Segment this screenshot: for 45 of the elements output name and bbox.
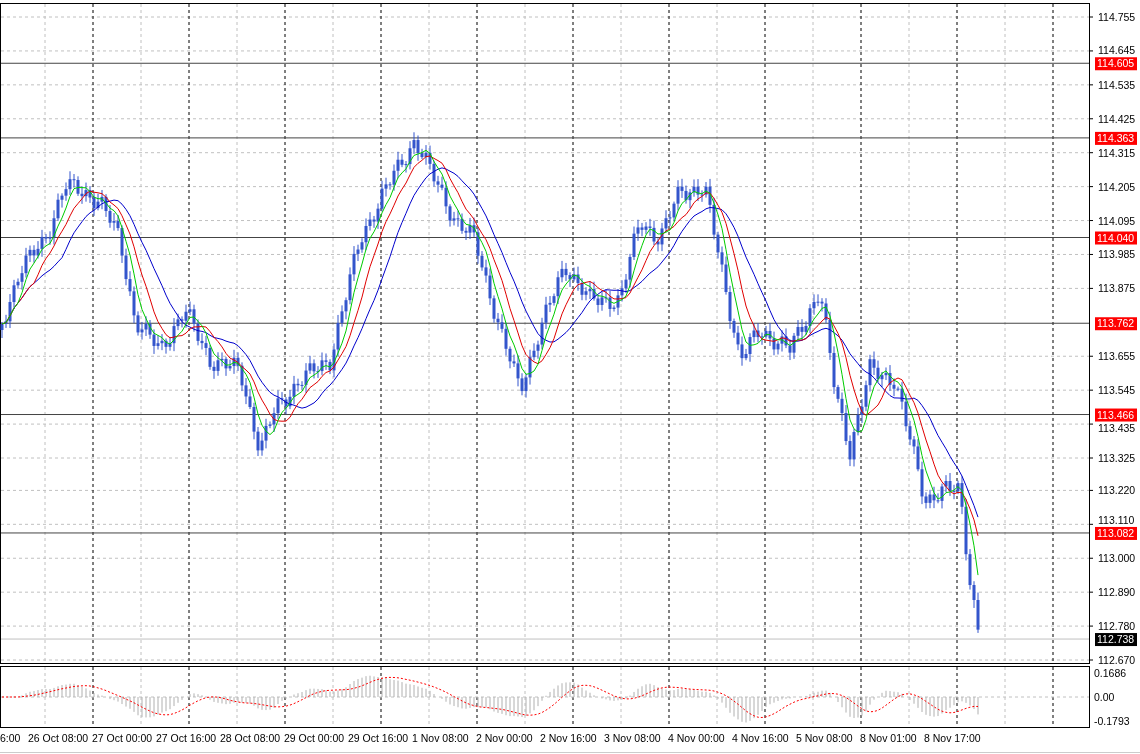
price-axis-label: 113.000 [1098,552,1136,565]
oscillator-axis-label: 0.00 [1094,691,1115,703]
price-axis-label: 112.890 [1098,586,1136,599]
time-axis-label: 26 Oct 08:00 [28,732,90,744]
price-axis-label: 113.655 [1098,350,1136,363]
price-axis-label: 113.435 [1098,421,1136,434]
price-level-tag: 114.040 [1095,231,1137,245]
time-axis-label: 5 Nov 08:00 [796,732,854,744]
time-axis-label: 3 Nov 08:00 [604,732,662,744]
price-axis-label: 112.780 [1098,620,1136,633]
price-level-tag: 113.762 [1095,317,1137,331]
time-axis-label: 27 Oct 00:00 [92,732,154,744]
price-axis-label: 114.205 [1098,180,1136,193]
price-axis-label: 114.315 [1098,146,1136,159]
time-axis-label: 4 Nov 00:00 [668,732,726,744]
price-axis-label: 113.985 [1098,248,1136,261]
price-axis-label: 114.755 [1098,11,1136,23]
price-axis-label: 113.110 [1098,513,1135,526]
current-price-tag: 112.738 [1095,633,1137,647]
time-axis-label: 1 Nov 08:00 [412,732,470,744]
time-axis-label: 2 Nov 16:00 [540,732,598,744]
price-axis-label: 113.325 [1098,452,1136,464]
oscillator-axis-label: -0.1793 [1094,715,1130,727]
time-axis-label: 2 Nov 00:00 [476,732,534,744]
price-axis-label: 114.425 [1098,112,1136,125]
time-axis-label: 8 Nov 01:00 [860,732,918,744]
price-axis-label: 113.875 [1098,282,1136,295]
time-axis-label: 29 Oct 00:00 [284,732,346,744]
oscillator-axis-label: 0.1686 [1094,667,1127,679]
price-axis-label: 114.535 [1098,78,1136,91]
time-axis-label: 8 Nov 17:00 [924,732,982,744]
price-level-tag: 114.605 [1095,57,1137,71]
price-axis-label: 113.545 [1098,384,1136,397]
price-axis-label: 113.220 [1098,484,1136,497]
price-axis-label: 114.095 [1098,214,1136,227]
time-axis-label: 28 Oct 08:00 [220,732,282,744]
price-level-tag: 113.466 [1095,408,1137,422]
price-level-tag: 113.082 [1095,526,1137,540]
time-axis-label: 6:00 [0,732,22,744]
time-axis-label: 27 Oct 16:00 [156,732,218,744]
time-axis-label: 4 Nov 16:00 [732,732,790,744]
price-axis-label: 112.670 [1098,654,1136,665]
price-level-tag: 114.363 [1095,131,1137,145]
time-axis-label: 29 Oct 16:00 [348,732,410,744]
price-axis-label: 114.645 [1098,44,1136,57]
